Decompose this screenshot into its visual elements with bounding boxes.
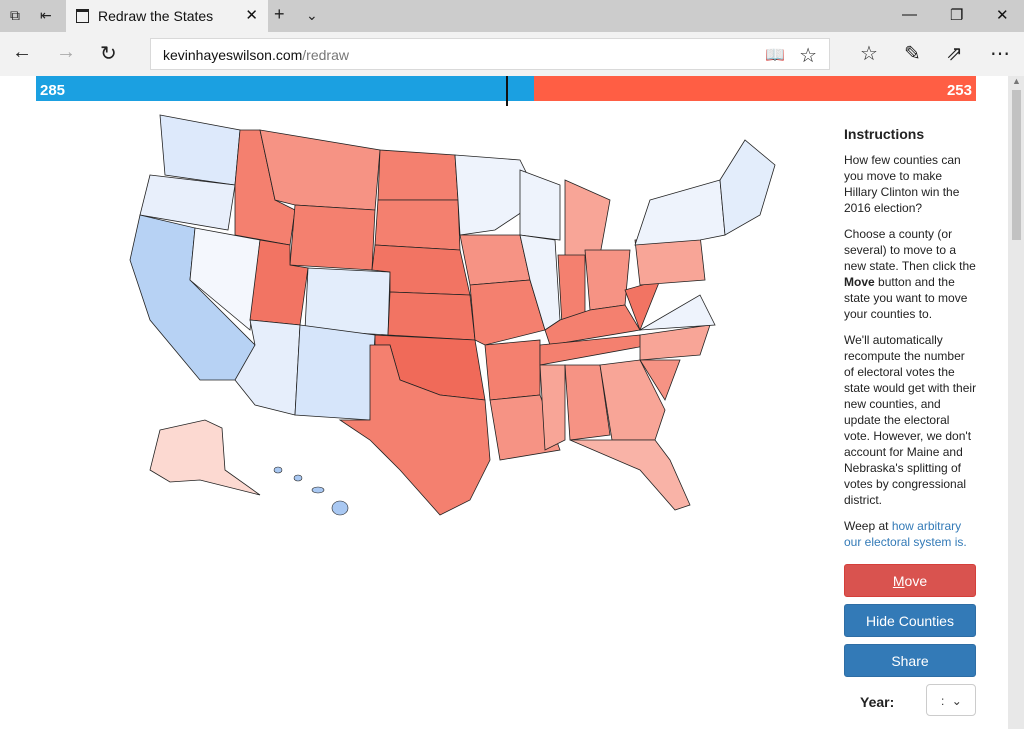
state-mt xyxy=(259,129,381,211)
state-nc xyxy=(639,324,711,361)
favorite-star-icon[interactable]: ☆ xyxy=(799,43,817,68)
reading-view-icon[interactable]: 📖 xyxy=(765,45,785,65)
state-co xyxy=(304,267,391,336)
chevron-down-icon[interactable]: ⌄ xyxy=(306,7,318,24)
pen-icon[interactable]: ✎ xyxy=(904,41,921,66)
year-label: Year: xyxy=(860,694,895,710)
scroll-up-icon[interactable]: ▲ xyxy=(1012,76,1021,86)
state-hi-4 xyxy=(273,466,283,474)
state-hi xyxy=(331,500,349,516)
set-aside-tabs-icon[interactable]: ⇤ xyxy=(40,7,52,24)
restore-icon[interactable]: ❐ xyxy=(950,6,963,24)
share-button[interactable]: Share xyxy=(844,644,976,677)
year-select[interactable]: : ⌄ xyxy=(926,684,976,716)
close-tab-icon[interactable]: ✕ xyxy=(245,6,258,24)
nav-bar: ← → ↻ kevinhayeswilson.com/redraw 📖 ☆ ☆ … xyxy=(0,32,1024,76)
address-bar[interactable]: kevinhayeswilson.com/redraw 📖 ☆ xyxy=(150,38,830,70)
forward-icon[interactable]: → xyxy=(56,41,76,64)
state-nm xyxy=(294,324,376,421)
scrollbar-thumb[interactable] xyxy=(1012,90,1021,240)
state-wy xyxy=(289,204,376,271)
refresh-icon[interactable]: ↻ xyxy=(100,41,117,66)
tab-manager-icon[interactable]: ⧉ xyxy=(10,7,20,24)
state-ny xyxy=(634,179,726,246)
state-ak xyxy=(149,419,261,496)
state-wa xyxy=(159,114,241,186)
favorites-list-icon[interactable]: ☆ xyxy=(860,41,878,66)
close-window-icon[interactable]: ✕ xyxy=(996,6,1009,24)
back-icon[interactable]: ← xyxy=(12,41,32,64)
state-sd xyxy=(374,199,461,251)
tab-bar: ⧉ ⇤ Redraw the States ✕ + ⌄ — ❐ ✕ xyxy=(0,0,1024,32)
state-fl xyxy=(569,439,691,511)
instructions-panel: Instructions How few counties can you mo… xyxy=(844,126,978,718)
state-hi-2 xyxy=(311,486,325,494)
state-wi xyxy=(519,169,561,241)
scrollbar[interactable]: ▲ xyxy=(1008,76,1024,729)
share-icon[interactable]: ⇗ xyxy=(946,41,963,66)
us-county-map[interactable] xyxy=(0,76,820,729)
move-button[interactable]: Move xyxy=(844,564,976,597)
state-new-england xyxy=(719,139,776,236)
state-ia xyxy=(459,234,531,286)
page-icon xyxy=(76,9,89,23)
minimize-icon[interactable]: — xyxy=(902,6,917,23)
instructions-heading: Instructions xyxy=(844,126,925,142)
state-ar xyxy=(484,339,541,401)
state-hi-3 xyxy=(293,474,303,482)
state-mi xyxy=(564,179,611,261)
state-ks xyxy=(387,291,476,341)
state-nd xyxy=(377,149,459,201)
more-icon[interactable]: ⋯ xyxy=(990,41,1010,66)
new-tab-icon[interactable]: + xyxy=(274,4,285,25)
tab-redraw-the-states[interactable]: Redraw the States ✕ xyxy=(66,0,268,32)
page-content: 285 253 Instructions How few counties ca… xyxy=(0,76,1008,729)
state-oh xyxy=(584,249,631,311)
chevron-down-icon: ⌄ xyxy=(951,694,962,708)
hide-counties-button[interactable]: Hide Counties xyxy=(844,604,976,637)
